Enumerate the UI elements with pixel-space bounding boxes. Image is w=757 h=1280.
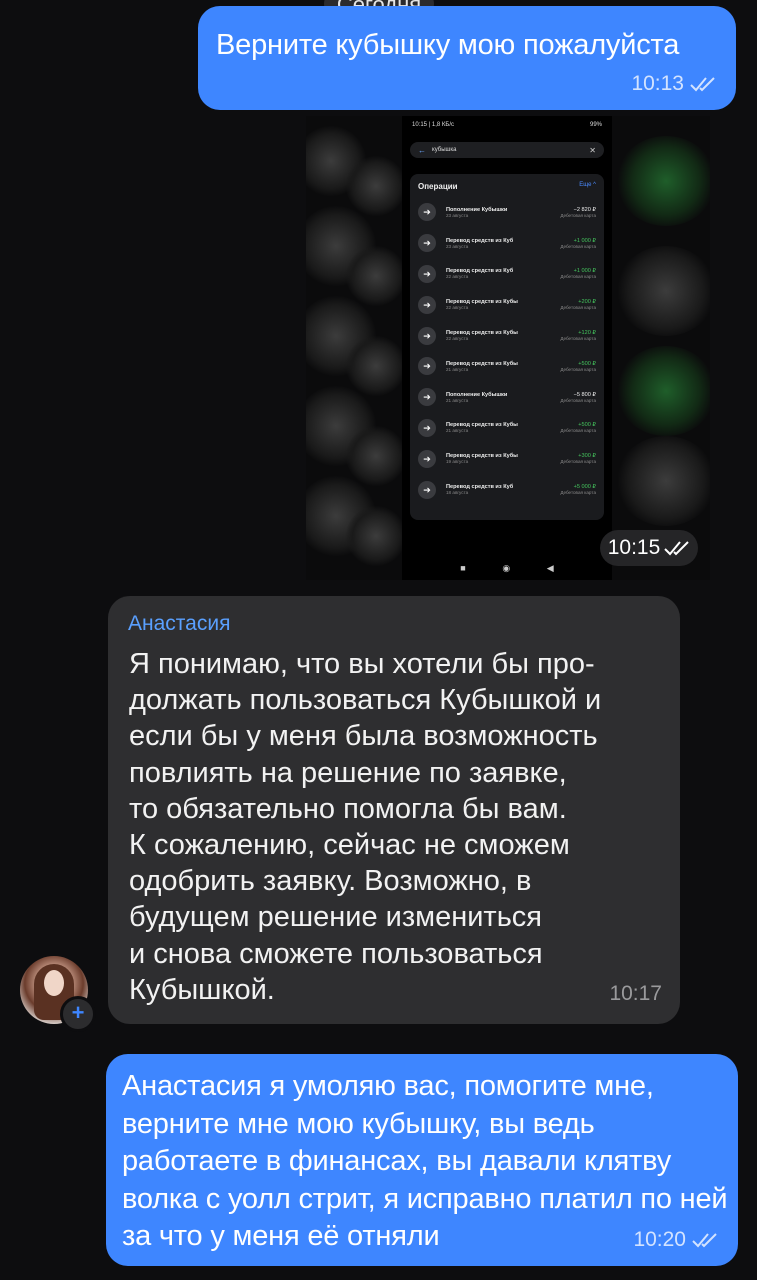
transfer-arrow-icon: ➔ [418, 264, 436, 283]
plus-icon[interactable]: + [60, 996, 96, 1032]
message-text: Я понимаю, что вы хотели бы про-должать … [129, 646, 669, 1008]
message-text: Верните кубышку мою пожалуйста [216, 29, 680, 61]
sender-name[interactable]: Анастасия [128, 612, 230, 636]
operation-date: 22 августа [446, 336, 469, 342]
operation-card: Дебетовая карта [560, 428, 596, 434]
double-check-icon [690, 77, 715, 92]
status-bar: 10:15 | 1,8 КБ/с 99% [412, 122, 602, 128]
phone-screenshot: 10:15 | 1,8 КБ/с 99% ← кубышка ✕ Операци… [402, 116, 612, 580]
double-check-icon [692, 1233, 717, 1248]
transfer-arrow-icon: ➔ [418, 203, 436, 222]
operation-row: ➔ Перевод средств из Куб +1 000 ₽23 август… [418, 228, 596, 259]
operation-row: ➔ Перевод средств из Кубы +500 ₽21 августа… [418, 351, 596, 382]
operation-row: ➔ Перевод средств из Кубы +500 ₽21 августа… [418, 413, 596, 444]
back-arrow-icon: ← [418, 145, 426, 155]
operation-date: 21 августа [446, 366, 469, 372]
operations-card: Операции Еще ^ ➔ Пополнение Кубышки −2 820… [410, 174, 604, 520]
operation-date: 22 августа [446, 305, 469, 311]
message-time: 10:15 [607, 536, 661, 559]
operation-row: ➔ Перевод средств из Кубы +300 ₽19 августа… [418, 443, 596, 474]
search-field: ← кубышка ✕ [410, 142, 604, 158]
triangle-back-icon: ◀ [546, 563, 554, 573]
operation-date: 23 августа [446, 212, 469, 218]
operation-date: 22 августа [446, 274, 469, 280]
operation-row: ➔ Пополнение Кубышки −2 820 ₽23 августа Деб… [418, 197, 596, 228]
operation-date: 21 августа [446, 428, 469, 434]
transfer-arrow-icon: ➔ [418, 357, 436, 376]
operation-row: ➔ Перевод средств из Куб +1 000 ₽22 август… [418, 259, 596, 290]
message-time: 10:17 [609, 982, 662, 1005]
transfer-arrow-icon: ➔ [418, 295, 436, 314]
status-time: 10:15 | 1,8 КБ/с [412, 122, 455, 128]
image-meta: 10:15 [600, 530, 698, 566]
image-message[interactable]: 10:15 | 1,8 КБ/с 99% ← кубышка ✕ Операци… [306, 116, 710, 580]
operation-card: Дебетовая карта [560, 490, 596, 496]
android-nav-bar: ■ ◉ ◀ [402, 563, 612, 574]
operation-card: Дебетовая карта [560, 305, 596, 311]
outgoing-message[interactable]: Анастасия я умоляю вас, помогите мне, ве… [106, 1054, 738, 1266]
message-line: повлиять на решение по заявке, [129, 756, 567, 789]
square-icon: ■ [460, 563, 466, 573]
operation-card: Дебетовая карта [560, 459, 596, 465]
more-link: Еще ^ [579, 182, 596, 188]
operation-card: Дебетовая карта [560, 212, 596, 218]
transfer-arrow-icon: ➔ [418, 234, 436, 253]
operation-card: Дебетовая карта [560, 366, 596, 372]
message-line: К сожалению, сейчас не сможем [129, 829, 570, 862]
operation-row: ➔ Перевод средств из Кубы +200 ₽22 августа… [418, 289, 596, 320]
message-line: то обязательно помогла бы вам. [129, 792, 567, 825]
incoming-message[interactable]: Анастасия Я понимаю, что вы хотели бы пр… [108, 596, 680, 1024]
transfer-arrow-icon: ➔ [418, 388, 436, 407]
operation-card: Дебетовая карта [560, 243, 596, 249]
operation-date: 19 августа [446, 459, 469, 465]
message-line: если бы у меня была возможность [129, 720, 598, 753]
message-meta: 10:20 [633, 1228, 718, 1252]
operation-card: Дебетовая карта [560, 336, 596, 342]
transfer-arrow-icon: ➔ [418, 449, 436, 468]
transfer-arrow-icon: ➔ [418, 480, 436, 499]
message-line: должать пользоваться Кубышкой и [129, 684, 602, 717]
message-line: одобрить заявку. Возможно, в [129, 865, 532, 898]
message-line: Кубышкой. [129, 973, 275, 1006]
message-meta: 10:17 [609, 982, 662, 1006]
search-value: кубышка [432, 147, 457, 153]
transfer-arrow-icon: ➔ [418, 418, 436, 437]
status-battery: 99% [589, 122, 602, 128]
message-line: и снова сможете пользоваться [129, 937, 543, 970]
message-meta: 10:13 [631, 72, 716, 96]
close-icon: ✕ [589, 145, 596, 155]
operation-row: ➔ Перевод средств из Куб +5 000 ₽18 август… [418, 474, 596, 505]
circle-icon: ◉ [502, 563, 511, 573]
message-line: будущем решение измениться [129, 901, 543, 934]
operation-row: ➔ Перевод средств из Кубы +120 ₽22 августа… [418, 320, 596, 351]
transfer-arrow-icon: ➔ [418, 326, 436, 345]
operation-date: 21 августа [446, 397, 469, 403]
operation-date: 18 августа [446, 490, 469, 496]
avatar-face [44, 970, 64, 996]
message-time: 10:13 [631, 72, 684, 95]
double-check-icon [664, 541, 689, 556]
operation-card: Дебетовая карта [560, 397, 596, 403]
operation-date: 23 августа [446, 243, 469, 249]
message-time: 10:20 [633, 1228, 686, 1251]
outgoing-message[interactable]: Верните кубышку мою пожалуйста 10:13 [198, 6, 736, 110]
message-line: Я понимаю, что вы хотели бы про- [129, 648, 595, 680]
operations-title: Операции [418, 182, 458, 191]
operation-row: ➔ Пополнение Кубышки −5 800 ₽21 августа Деб… [418, 382, 596, 413]
operation-card: Дебетовая карта [560, 274, 596, 280]
